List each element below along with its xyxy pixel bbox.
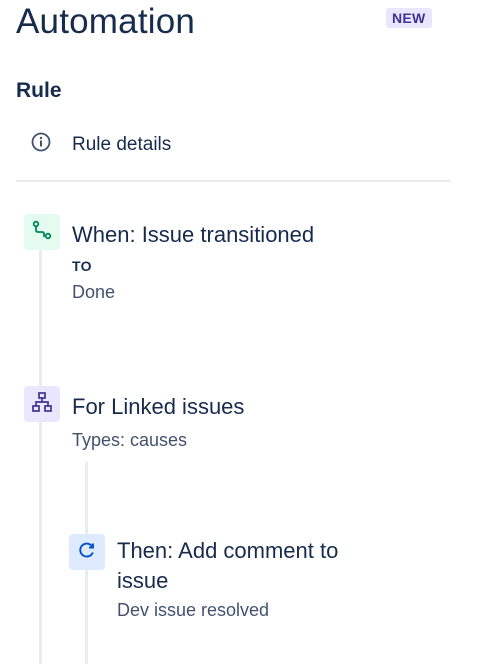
new-badge: NEW [386,8,432,28]
divider [16,180,451,182]
refresh-action-icon [76,539,98,566]
action-title-line1[interactable]: Then: Add comment to [117,536,338,566]
rule-details-label: Rule details [72,133,172,155]
branch-node-icon[interactable] [24,386,60,422]
main-connector-line [39,250,42,664]
trigger-title[interactable]: When: Issue transitioned [72,220,314,250]
action-title-line2[interactable]: issue [117,566,168,596]
trigger-branch-icon [31,219,53,246]
trigger-caption: TO [72,258,92,274]
page-title: Automation [16,2,196,41]
branch-subtitle: Types: causes [72,430,188,450]
trigger-node-icon[interactable] [24,214,60,250]
action-subtitle: Dev issue resolved [117,600,270,620]
rule-details-item[interactable]: Rule details [30,131,171,158]
info-icon [30,131,52,158]
hierarchy-icon [31,391,53,418]
trigger-subtitle: Done [72,282,116,302]
branch-title[interactable]: For Linked issues [72,392,244,422]
rule-heading: Rule [16,79,62,102]
action-node-icon[interactable] [69,534,105,570]
